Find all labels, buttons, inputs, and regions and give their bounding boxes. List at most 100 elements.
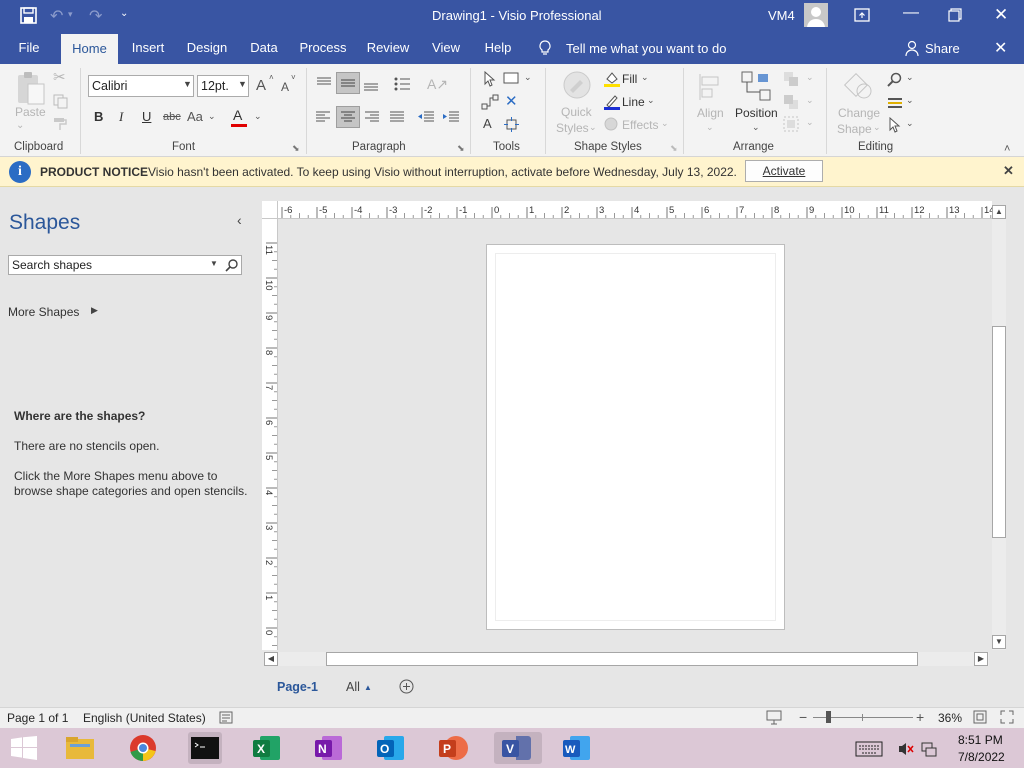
customize-qat-icon[interactable]: ⌄ bbox=[120, 8, 128, 19]
connector-tool-icon[interactable] bbox=[481, 94, 499, 110]
tell-me-search[interactable]: Tell me what you want to do bbox=[566, 41, 726, 56]
tab-design[interactable]: Design bbox=[182, 32, 232, 64]
align-shapes-icon[interactable] bbox=[696, 72, 726, 102]
tab-process[interactable]: Process bbox=[296, 32, 350, 64]
align-center-button[interactable] bbox=[336, 106, 360, 128]
pointer-tool-icon[interactable] bbox=[483, 71, 497, 87]
word-icon[interactable]: W bbox=[560, 732, 594, 764]
minimize-icon[interactable]: — bbox=[903, 4, 919, 22]
excel-icon[interactable]: X bbox=[250, 732, 284, 764]
vertical-scrollbar[interactable]: ▲ ▼ bbox=[992, 205, 1006, 650]
fit-page-icon[interactable] bbox=[973, 710, 987, 724]
align-bottom-icon[interactable] bbox=[361, 76, 381, 92]
chevron-down-icon[interactable]: ▼ bbox=[210, 259, 218, 268]
dialog-launcher-icon[interactable]: ⬊ bbox=[457, 143, 465, 154]
network-icon[interactable] bbox=[920, 740, 938, 758]
send-backward-icon[interactable] bbox=[783, 94, 799, 110]
powerpoint-icon[interactable]: P bbox=[436, 732, 470, 764]
touch-keyboard-icon[interactable] bbox=[855, 741, 883, 757]
justify-icon[interactable] bbox=[388, 110, 406, 124]
tab-data[interactable]: Data bbox=[245, 32, 283, 64]
select-icon[interactable] bbox=[888, 117, 902, 133]
chevron-down-icon[interactable]: ⌄ bbox=[641, 72, 649, 83]
tab-view[interactable]: View bbox=[427, 32, 465, 64]
chevron-down-icon[interactable]: ⌄ bbox=[873, 122, 881, 133]
page-count-status[interactable]: Page 1 of 1 bbox=[7, 711, 68, 725]
clock-time[interactable]: 8:51 PM bbox=[958, 733, 1003, 747]
connection-point-icon[interactable]: ✕ bbox=[505, 92, 518, 110]
redo-icon[interactable]: ↷ bbox=[89, 6, 102, 26]
bring-forward-icon[interactable] bbox=[783, 71, 799, 87]
chevron-down-icon[interactable]: ⌄ bbox=[806, 72, 814, 83]
paste-icon[interactable] bbox=[16, 70, 46, 106]
chevron-right-icon[interactable]: ▶ bbox=[91, 305, 98, 316]
chevron-down-icon[interactable]: ⌄ bbox=[254, 111, 262, 122]
horizontal-scrollbar[interactable]: ◀ ▶ bbox=[264, 652, 989, 666]
drawing-canvas[interactable] bbox=[279, 219, 992, 650]
undo-dropdown-icon[interactable]: ▾ bbox=[68, 9, 73, 20]
all-pages-button[interactable]: All bbox=[346, 680, 360, 694]
close-ribbon-icon[interactable]: ✕ bbox=[994, 38, 1007, 58]
scroll-up-icon[interactable]: ▲ bbox=[992, 205, 1006, 219]
tab-review[interactable]: Review bbox=[362, 32, 414, 64]
change-case-button[interactable]: Aa bbox=[187, 109, 203, 124]
chevron-down-icon[interactable]: ⌄ bbox=[752, 122, 760, 133]
tab-home[interactable]: Home bbox=[61, 34, 118, 64]
presentation-mode-icon[interactable] bbox=[766, 710, 782, 725]
align-middle-button[interactable] bbox=[336, 72, 360, 94]
zoom-out-icon[interactable]: − bbox=[799, 709, 807, 725]
font-color-button[interactable]: A bbox=[233, 107, 242, 123]
format-painter-icon[interactable] bbox=[53, 116, 68, 131]
chevron-down-icon[interactable]: ⌄ bbox=[589, 122, 597, 133]
align-top-icon[interactable] bbox=[314, 76, 334, 92]
dialog-launcher-icon[interactable]: ⬊ bbox=[670, 143, 678, 154]
restore-icon[interactable] bbox=[948, 8, 962, 22]
visio-taskbar-button[interactable]: V bbox=[494, 732, 542, 764]
collapse-ribbon-icon[interactable]: ˄ bbox=[1004, 143, 1010, 155]
strikethrough-button[interactable]: abc bbox=[163, 111, 181, 123]
effects-button[interactable]: Effects bbox=[622, 118, 658, 132]
ribbon-display-options-icon[interactable] bbox=[854, 7, 870, 23]
find-icon[interactable] bbox=[887, 72, 903, 88]
line-pen-icon[interactable] bbox=[603, 94, 621, 110]
rectangle-tool-icon[interactable] bbox=[503, 72, 519, 84]
shrink-font-button[interactable]: A bbox=[281, 80, 289, 94]
font-name-combobox[interactable]: Calibri ▼ bbox=[88, 75, 194, 97]
bold-button[interactable]: B bbox=[94, 109, 103, 124]
activate-button[interactable]: Activate bbox=[745, 160, 823, 182]
scroll-down-icon[interactable]: ▼ bbox=[992, 635, 1006, 649]
switch-windows-icon[interactable] bbox=[1000, 710, 1014, 724]
horizontal-ruler[interactable]: -6-5-4-3-2-101234567891011121314 bbox=[278, 201, 992, 219]
decrease-indent-icon[interactable] bbox=[417, 110, 435, 124]
chevron-down-icon[interactable]: ⌄ bbox=[706, 122, 714, 133]
onenote-icon[interactable]: N bbox=[312, 732, 346, 764]
more-shapes-menu[interactable]: More Shapes bbox=[8, 305, 79, 319]
search-shapes-box[interactable]: Search shapes ▼ bbox=[8, 255, 242, 275]
chevron-down-icon[interactable]: ▼ bbox=[238, 79, 247, 89]
underline-button[interactable]: U bbox=[142, 109, 151, 124]
horizontal-scroll-thumb[interactable] bbox=[326, 652, 918, 666]
align-left-icon[interactable] bbox=[314, 110, 332, 124]
drawing-page[interactable] bbox=[486, 244, 785, 630]
font-size-combobox[interactable]: 12pt. ▼ bbox=[197, 75, 249, 97]
chevron-down-icon[interactable]: ⌄ bbox=[524, 72, 532, 83]
copy-icon[interactable] bbox=[53, 94, 68, 109]
collapse-pane-icon[interactable]: ‹ bbox=[237, 212, 242, 228]
fill-button[interactable]: Fill bbox=[622, 72, 637, 86]
chevron-down-icon[interactable]: ⌄ bbox=[906, 72, 914, 83]
zoom-level[interactable]: 36% bbox=[938, 711, 962, 725]
text-tool-button[interactable]: A bbox=[483, 116, 492, 131]
quick-styles-icon[interactable] bbox=[560, 70, 594, 102]
italic-button[interactable]: I bbox=[119, 109, 123, 125]
group-icon[interactable] bbox=[783, 116, 799, 132]
outlook-icon[interactable]: O bbox=[374, 732, 408, 764]
zoom-slider-thumb[interactable] bbox=[826, 711, 831, 723]
save-icon[interactable] bbox=[20, 7, 37, 24]
clock-date[interactable]: 7/8/2022 bbox=[958, 750, 1005, 764]
scroll-right-icon[interactable]: ▶ bbox=[974, 652, 988, 666]
paste-dropdown-icon[interactable]: ⌄ bbox=[16, 120, 24, 131]
chevron-down-icon[interactable]: ⌄ bbox=[661, 118, 669, 129]
scroll-left-icon[interactable]: ◀ bbox=[264, 652, 278, 666]
chevron-down-icon[interactable]: ⌄ bbox=[647, 95, 655, 106]
vertical-ruler[interactable]: 11 10 9 8 7 6 5 4 3 2 1 0 bbox=[262, 219, 278, 650]
